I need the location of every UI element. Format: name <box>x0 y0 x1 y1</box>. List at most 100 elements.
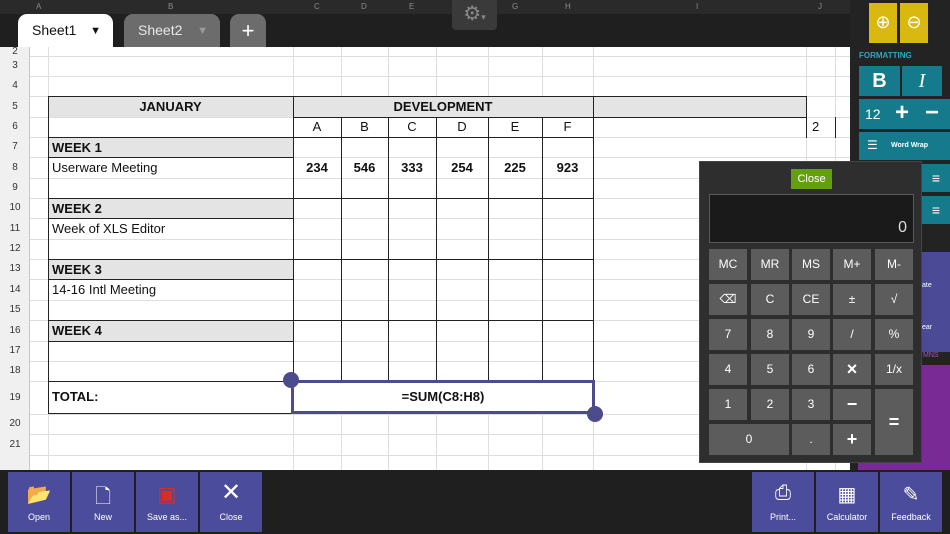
row-header[interactable]: 11 <box>0 223 30 234</box>
calc-key-reciprocal[interactable]: 1/x <box>875 354 913 385</box>
save-as-button[interactable]: ▣ Save as... <box>136 472 198 532</box>
cell-value-f8[interactable]: 254 <box>436 160 488 175</box>
calc-key-8[interactable]: 8 <box>751 319 789 350</box>
row-header[interactable]: 15 <box>0 304 30 315</box>
row-header[interactable]: 21 <box>0 439 30 450</box>
calc-key-divide[interactable]: / <box>833 319 871 350</box>
calc-key-0[interactable]: 0 <box>709 424 789 455</box>
selection-handle-top-left[interactable] <box>283 372 299 388</box>
row-header[interactable]: 13 <box>0 263 30 274</box>
zoom-in-icon[interactable]: ⊕ <box>869 3 897 43</box>
tab-sheet2[interactable]: Sheet2 ▼ <box>124 14 220 47</box>
calculator-button[interactable]: ▦ Calculator <box>816 472 878 532</box>
feedback-button[interactable]: ✎ Feedback <box>880 472 942 532</box>
cell-intl-meeting[interactable]: 14-16 Intl Meeting <box>52 282 156 297</box>
caret-down-icon[interactable]: ▼ <box>90 15 101 48</box>
cell-extra-2[interactable]: 2 <box>812 119 819 134</box>
tab-sheet1[interactable]: Sheet1 ▼ <box>18 14 113 47</box>
zoom-out-icon[interactable]: ⊖ <box>900 3 928 43</box>
calc-key-m+[interactable]: M+ <box>833 249 871 280</box>
calc-key-sqrt[interactable]: √ <box>875 284 913 315</box>
close-button[interactable]: ✕ Close <box>200 472 262 532</box>
bold-button[interactable]: B <box>859 66 900 96</box>
row-header[interactable]: 9 <box>0 182 30 193</box>
partial-label-ear[interactable]: ear <box>922 324 932 331</box>
calc-key-1[interactable]: 1 <box>709 389 747 420</box>
cell-week1[interactable]: WEEK 1 <box>52 140 102 155</box>
calc-key-ms[interactable]: MS <box>792 249 830 280</box>
print-button[interactable]: ⎙ Print... <box>752 472 814 532</box>
row-header[interactable]: 7 <box>0 141 30 152</box>
calc-key-mr[interactable]: MR <box>751 249 789 280</box>
cell-value-h8[interactable]: 923 <box>542 160 593 175</box>
selection-handle-bottom-right[interactable] <box>587 406 603 422</box>
cell-week2[interactable]: WEEK 2 <box>52 201 102 216</box>
cell-letter-a[interactable]: A <box>293 119 341 134</box>
cell-letter-c[interactable]: C <box>388 119 436 134</box>
calc-key-2[interactable]: 2 <box>751 389 789 420</box>
cell-userware-meeting[interactable]: Userware Meeting <box>52 160 158 175</box>
calc-key-multiply[interactable]: × <box>833 354 871 385</box>
cell-value-e8[interactable]: 333 <box>388 160 436 175</box>
calc-key-decimal[interactable]: . <box>792 424 830 455</box>
cell-week3[interactable]: WEEK 3 <box>52 262 102 277</box>
calc-key-7[interactable]: 7 <box>709 319 747 350</box>
row-header[interactable]: 12 <box>0 243 30 254</box>
calc-key-m-[interactable]: M- <box>875 249 913 280</box>
font-size-increase-button[interactable]: + <box>895 99 909 127</box>
calc-key-c[interactable]: C <box>751 284 789 315</box>
calc-key-9[interactable]: 9 <box>792 319 830 350</box>
calculator-close-button[interactable]: Close <box>791 169 832 189</box>
calc-key-4[interactable]: 4 <box>709 354 747 385</box>
cell-value-g8[interactable]: 225 <box>488 160 542 175</box>
font-size-decrease-button[interactable]: − <box>925 99 939 127</box>
cell-xls-editor[interactable]: Week of XLS Editor <box>52 221 165 236</box>
sheet-tab-bar: Sheet1 ▼ Sheet2 ▼ + ⚙▾ <box>0 0 850 47</box>
row-header[interactable]: 6 <box>0 121 30 132</box>
new-button[interactable]: 🗋 New <box>72 472 134 532</box>
row-header[interactable]: 17 <box>0 345 30 356</box>
selected-cell-formula[interactable]: =SUM(C8:H8) <box>291 380 595 414</box>
cell-january-header[interactable]: JANUARY <box>48 99 293 114</box>
row-header[interactable]: 18 <box>0 365 30 376</box>
row-header[interactable]: 2 <box>0 47 30 57</box>
align-right-icon[interactable]: ≡ <box>922 164 950 192</box>
row-header[interactable]: 4 <box>0 80 30 91</box>
calc-key-backspace[interactable]: ⌫ <box>709 284 747 315</box>
calc-key-5[interactable]: 5 <box>751 354 789 385</box>
row-header[interactable]: 8 <box>0 162 30 173</box>
row-header[interactable]: 3 <box>0 60 30 71</box>
caret-down-icon[interactable]: ▼ <box>197 15 208 48</box>
cell-letter-f[interactable]: F <box>542 119 593 134</box>
cell-total[interactable]: TOTAL: <box>52 389 98 404</box>
cell-value-d8[interactable]: 546 <box>341 160 388 175</box>
add-sheet-button[interactable]: + <box>230 14 266 47</box>
row-header[interactable]: 14 <box>0 284 30 295</box>
row-header[interactable]: 10 <box>0 202 30 213</box>
calc-key-6[interactable]: 6 <box>792 354 830 385</box>
italic-button[interactable]: I <box>902 66 942 96</box>
row-header[interactable]: 16 <box>0 325 30 336</box>
calc-key-3[interactable]: 3 <box>792 389 830 420</box>
cell-letter-b[interactable]: B <box>341 119 388 134</box>
partial-label-ate[interactable]: ate <box>922 282 932 289</box>
cell-letter-d[interactable]: D <box>436 119 488 134</box>
calc-key-minus[interactable]: − <box>833 389 871 420</box>
cell-letter-e[interactable]: E <box>488 119 542 134</box>
align-left-icon[interactable]: ≡ <box>922 196 950 224</box>
calc-key-ce[interactable]: CE <box>792 284 830 315</box>
calc-key-equals[interactable]: = <box>875 389 913 455</box>
open-button[interactable]: 📂 Open <box>8 472 70 532</box>
row-header[interactable]: 20 <box>0 418 30 429</box>
cell-value-c8[interactable]: 234 <box>293 160 341 175</box>
cell-week4[interactable]: WEEK 4 <box>52 323 102 338</box>
calc-key-plus[interactable]: + <box>833 424 871 455</box>
gear-icon[interactable]: ⚙▾ <box>452 0 497 30</box>
word-wrap-button[interactable]: ☰ Word Wrap <box>859 132 950 160</box>
cell-development-header[interactable]: DEVELOPMENT <box>293 99 593 114</box>
row-header[interactable]: 19 <box>0 392 30 403</box>
calc-key-percent[interactable]: % <box>875 319 913 350</box>
row-header[interactable]: 5 <box>0 101 30 112</box>
calc-key-plus-minus[interactable]: ± <box>833 284 871 315</box>
calc-key-mc[interactable]: MC <box>709 249 747 280</box>
